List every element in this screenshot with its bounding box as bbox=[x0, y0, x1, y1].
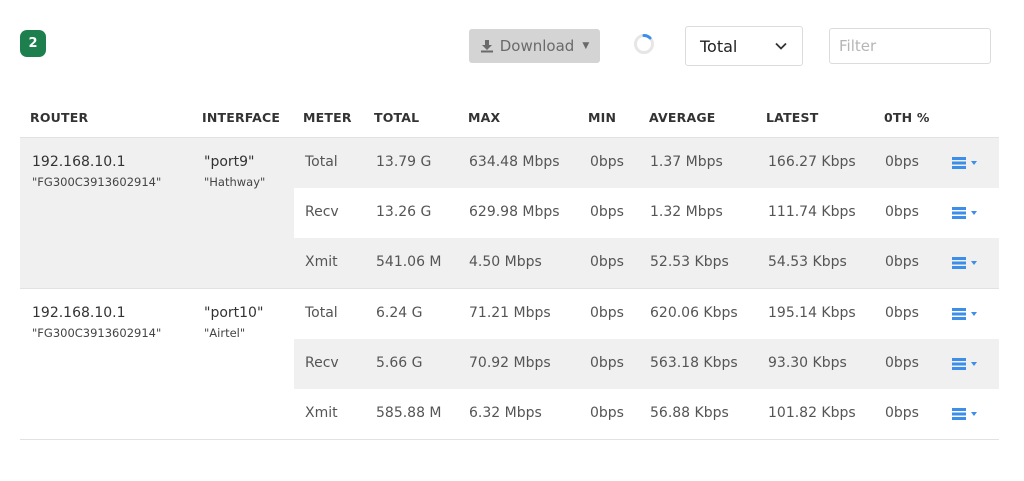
row-menu-icon[interactable] bbox=[952, 307, 982, 321]
row-menu-icon[interactable] bbox=[952, 357, 982, 371]
min-cell: 0bps bbox=[590, 154, 624, 170]
max-cell: 634.48 Mbps bbox=[469, 154, 560, 170]
download-button[interactable]: Download ▼ bbox=[469, 29, 600, 63]
table-row: Recv 13.26 G 629.98 Mbps 0bps 1.32 Mbps … bbox=[294, 188, 999, 238]
table-row: Recv 5.66 G 70.92 Mbps 0bps 563.18 Kbps … bbox=[294, 339, 999, 389]
loading-spinner-icon bbox=[634, 34, 654, 54]
column-header-interface[interactable]: INTERFACE bbox=[202, 110, 280, 125]
max-cell: 71.21 Mbps bbox=[469, 305, 551, 321]
column-header-total[interactable]: TOTAL bbox=[374, 110, 419, 125]
total-cell: 541.06 M bbox=[376, 254, 442, 270]
percentile-cell: 0bps bbox=[885, 305, 919, 321]
meter-cell: Total bbox=[305, 154, 338, 170]
caret-down-icon: ▼ bbox=[582, 41, 590, 51]
percentile-cell: 0bps bbox=[885, 254, 919, 270]
filter-input[interactable] bbox=[829, 28, 991, 64]
column-header-meter[interactable]: METER bbox=[303, 110, 352, 125]
table-bottom-divider bbox=[20, 439, 999, 440]
average-cell: 620.06 Kbps bbox=[650, 305, 738, 321]
meter-cell: Recv bbox=[305, 355, 339, 371]
meter-cell: Xmit bbox=[305, 405, 338, 421]
interface-alias: "Hathway" bbox=[204, 175, 266, 189]
max-cell: 4.50 Mbps bbox=[469, 254, 542, 270]
row-menu-icon[interactable] bbox=[952, 256, 982, 270]
column-header-average[interactable]: AVERAGE bbox=[649, 110, 716, 125]
latest-cell: 54.53 Kbps bbox=[768, 254, 847, 270]
table-row: Total 13.79 G 634.48 Mbps 0bps 1.37 Mbps… bbox=[294, 138, 999, 188]
total-cell: 585.88 M bbox=[376, 405, 442, 421]
min-cell: 0bps bbox=[590, 405, 624, 421]
router-cell: 192.168.10.1 "FG300C3913602914" "port10"… bbox=[20, 289, 294, 439]
column-header-max[interactable]: MAX bbox=[468, 110, 500, 125]
interface-name: "port10" bbox=[204, 305, 264, 321]
table-row: Xmit 541.06 M 4.50 Mbps 0bps 52.53 Kbps … bbox=[294, 238, 999, 288]
min-cell: 0bps bbox=[590, 305, 624, 321]
meter-select-value: Total bbox=[700, 36, 738, 56]
percentile-cell: 0bps bbox=[885, 204, 919, 220]
router-ip: 192.168.10.1 bbox=[32, 305, 126, 321]
meter-cell: Total bbox=[305, 305, 338, 321]
router-cell: 192.168.10.1 "FG300C3913602914" "port9" … bbox=[20, 138, 294, 288]
latest-cell: 93.30 Kbps bbox=[768, 355, 847, 371]
router-ip: 192.168.10.1 bbox=[32, 154, 126, 170]
row-menu-icon[interactable] bbox=[952, 407, 982, 421]
max-cell: 6.32 Mbps bbox=[469, 405, 542, 421]
min-cell: 0bps bbox=[590, 254, 624, 270]
table-row: Xmit 585.88 M 6.32 Mbps 0bps 56.88 Kbps … bbox=[294, 389, 999, 439]
percentile-cell: 0bps bbox=[885, 405, 919, 421]
row-menu-icon[interactable] bbox=[952, 156, 982, 170]
total-cell: 13.26 G bbox=[376, 204, 432, 220]
latest-cell: 166.27 Kbps bbox=[768, 154, 856, 170]
count-badge: 2 bbox=[20, 30, 46, 57]
total-cell: 6.24 G bbox=[376, 305, 423, 321]
meter-cell: Xmit bbox=[305, 254, 338, 270]
min-cell: 0bps bbox=[590, 355, 624, 371]
average-cell: 56.88 Kbps bbox=[650, 405, 729, 421]
column-header-router[interactable]: ROUTER bbox=[30, 110, 88, 125]
percentile-cell: 0bps bbox=[885, 355, 919, 371]
router-serial: "FG300C3913602914" bbox=[32, 326, 162, 340]
row-menu-icon[interactable] bbox=[952, 206, 982, 220]
download-icon bbox=[480, 40, 493, 53]
interface-name: "port9" bbox=[204, 154, 255, 170]
max-cell: 629.98 Mbps bbox=[469, 204, 560, 220]
average-cell: 1.32 Mbps bbox=[650, 204, 723, 220]
latest-cell: 101.82 Kbps bbox=[768, 405, 856, 421]
max-cell: 70.92 Mbps bbox=[469, 355, 551, 371]
chevron-down-icon bbox=[775, 42, 787, 50]
total-cell: 5.66 G bbox=[376, 355, 423, 371]
column-header-min[interactable]: MIN bbox=[588, 110, 616, 125]
router-serial: "FG300C3913602914" bbox=[32, 175, 162, 189]
average-cell: 1.37 Mbps bbox=[650, 154, 723, 170]
min-cell: 0bps bbox=[590, 204, 624, 220]
meter-cell: Recv bbox=[305, 204, 339, 220]
interface-alias: "Airtel" bbox=[204, 326, 246, 340]
total-cell: 13.79 G bbox=[376, 154, 432, 170]
percentile-cell: 0bps bbox=[885, 154, 919, 170]
latest-cell: 111.74 Kbps bbox=[768, 204, 856, 220]
latest-cell: 195.14 Kbps bbox=[768, 305, 856, 321]
table-row: Total 6.24 G 71.21 Mbps 0bps 620.06 Kbps… bbox=[294, 289, 999, 339]
column-header-latest[interactable]: LATEST bbox=[766, 110, 818, 125]
average-cell: 563.18 Kbps bbox=[650, 355, 738, 371]
meter-select[interactable]: Total bbox=[685, 26, 803, 66]
download-label: Download bbox=[499, 37, 575, 55]
column-header-percentile[interactable]: 0TH % bbox=[884, 110, 930, 125]
average-cell: 52.53 Kbps bbox=[650, 254, 729, 270]
